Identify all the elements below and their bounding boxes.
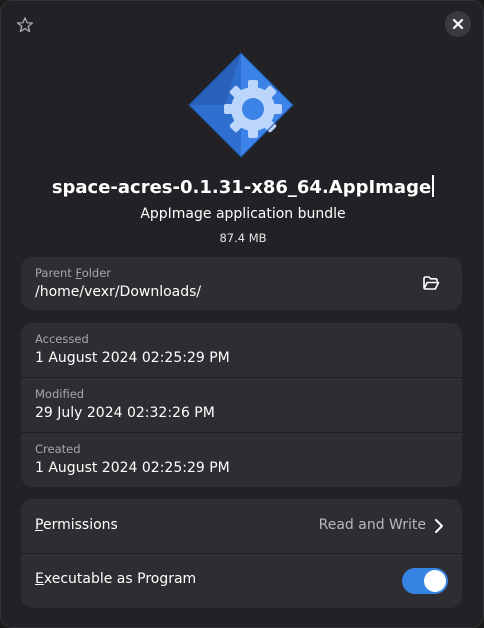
permissions-row[interactable]: Permissions Read and Write [21, 499, 462, 553]
permissions-value: Read and Write [318, 517, 426, 533]
parent-folder-path: /home/vexr/Downloads/ [35, 284, 202, 300]
executable-title: Executable as Program [35, 571, 197, 587]
modified-value: 29 July 2024 02:32:26 PM [35, 405, 215, 421]
accessed-value: 1 August 2024 02:25:29 PM [35, 350, 230, 366]
divider [21, 432, 462, 433]
chevron-right-icon [435, 519, 443, 533]
file-name-field[interactable]: space-acres-0.1.31-x86_64.AppImage [1, 175, 484, 198]
parent-folder-card: Parent Folder /home/vexr/Downloads/ [21, 257, 462, 310]
accessed-label: Accessed [35, 332, 89, 346]
dates-card: Accessed 1 August 2024 02:25:29 PM Modif… [21, 323, 462, 487]
modified-label: Modified [35, 387, 85, 401]
permissions-title: Permissions [35, 517, 118, 533]
toggle-knob [424, 570, 446, 592]
parent-folder-label: Parent Folder [35, 266, 112, 280]
appimage-icon [188, 52, 294, 158]
created-value: 1 August 2024 02:25:29 PM [35, 460, 230, 476]
star-icon [16, 17, 34, 33]
file-size-label: 87.4 MB [219, 231, 267, 245]
divider [21, 377, 462, 378]
text-cursor [432, 175, 435, 197]
file-name-text: space-acres-0.1.31-x86_64.AppImage [51, 177, 432, 198]
created-label: Created [35, 442, 81, 456]
close-icon [452, 18, 464, 30]
executable-row: Executable as Program [21, 554, 462, 608]
folder-open-icon [423, 276, 440, 290]
executable-toggle[interactable] [402, 568, 448, 594]
close-button[interactable] [445, 11, 471, 37]
permissions-card: Permissions Read and Write Executable as… [21, 499, 462, 608]
star-button[interactable] [13, 13, 37, 37]
properties-dialog: space-acres-0.1.31-x86_64.AppImage AppIm… [0, 0, 484, 628]
open-parent-folder-button[interactable] [417, 269, 445, 297]
file-type-label: AppImage application bundle [140, 206, 346, 222]
